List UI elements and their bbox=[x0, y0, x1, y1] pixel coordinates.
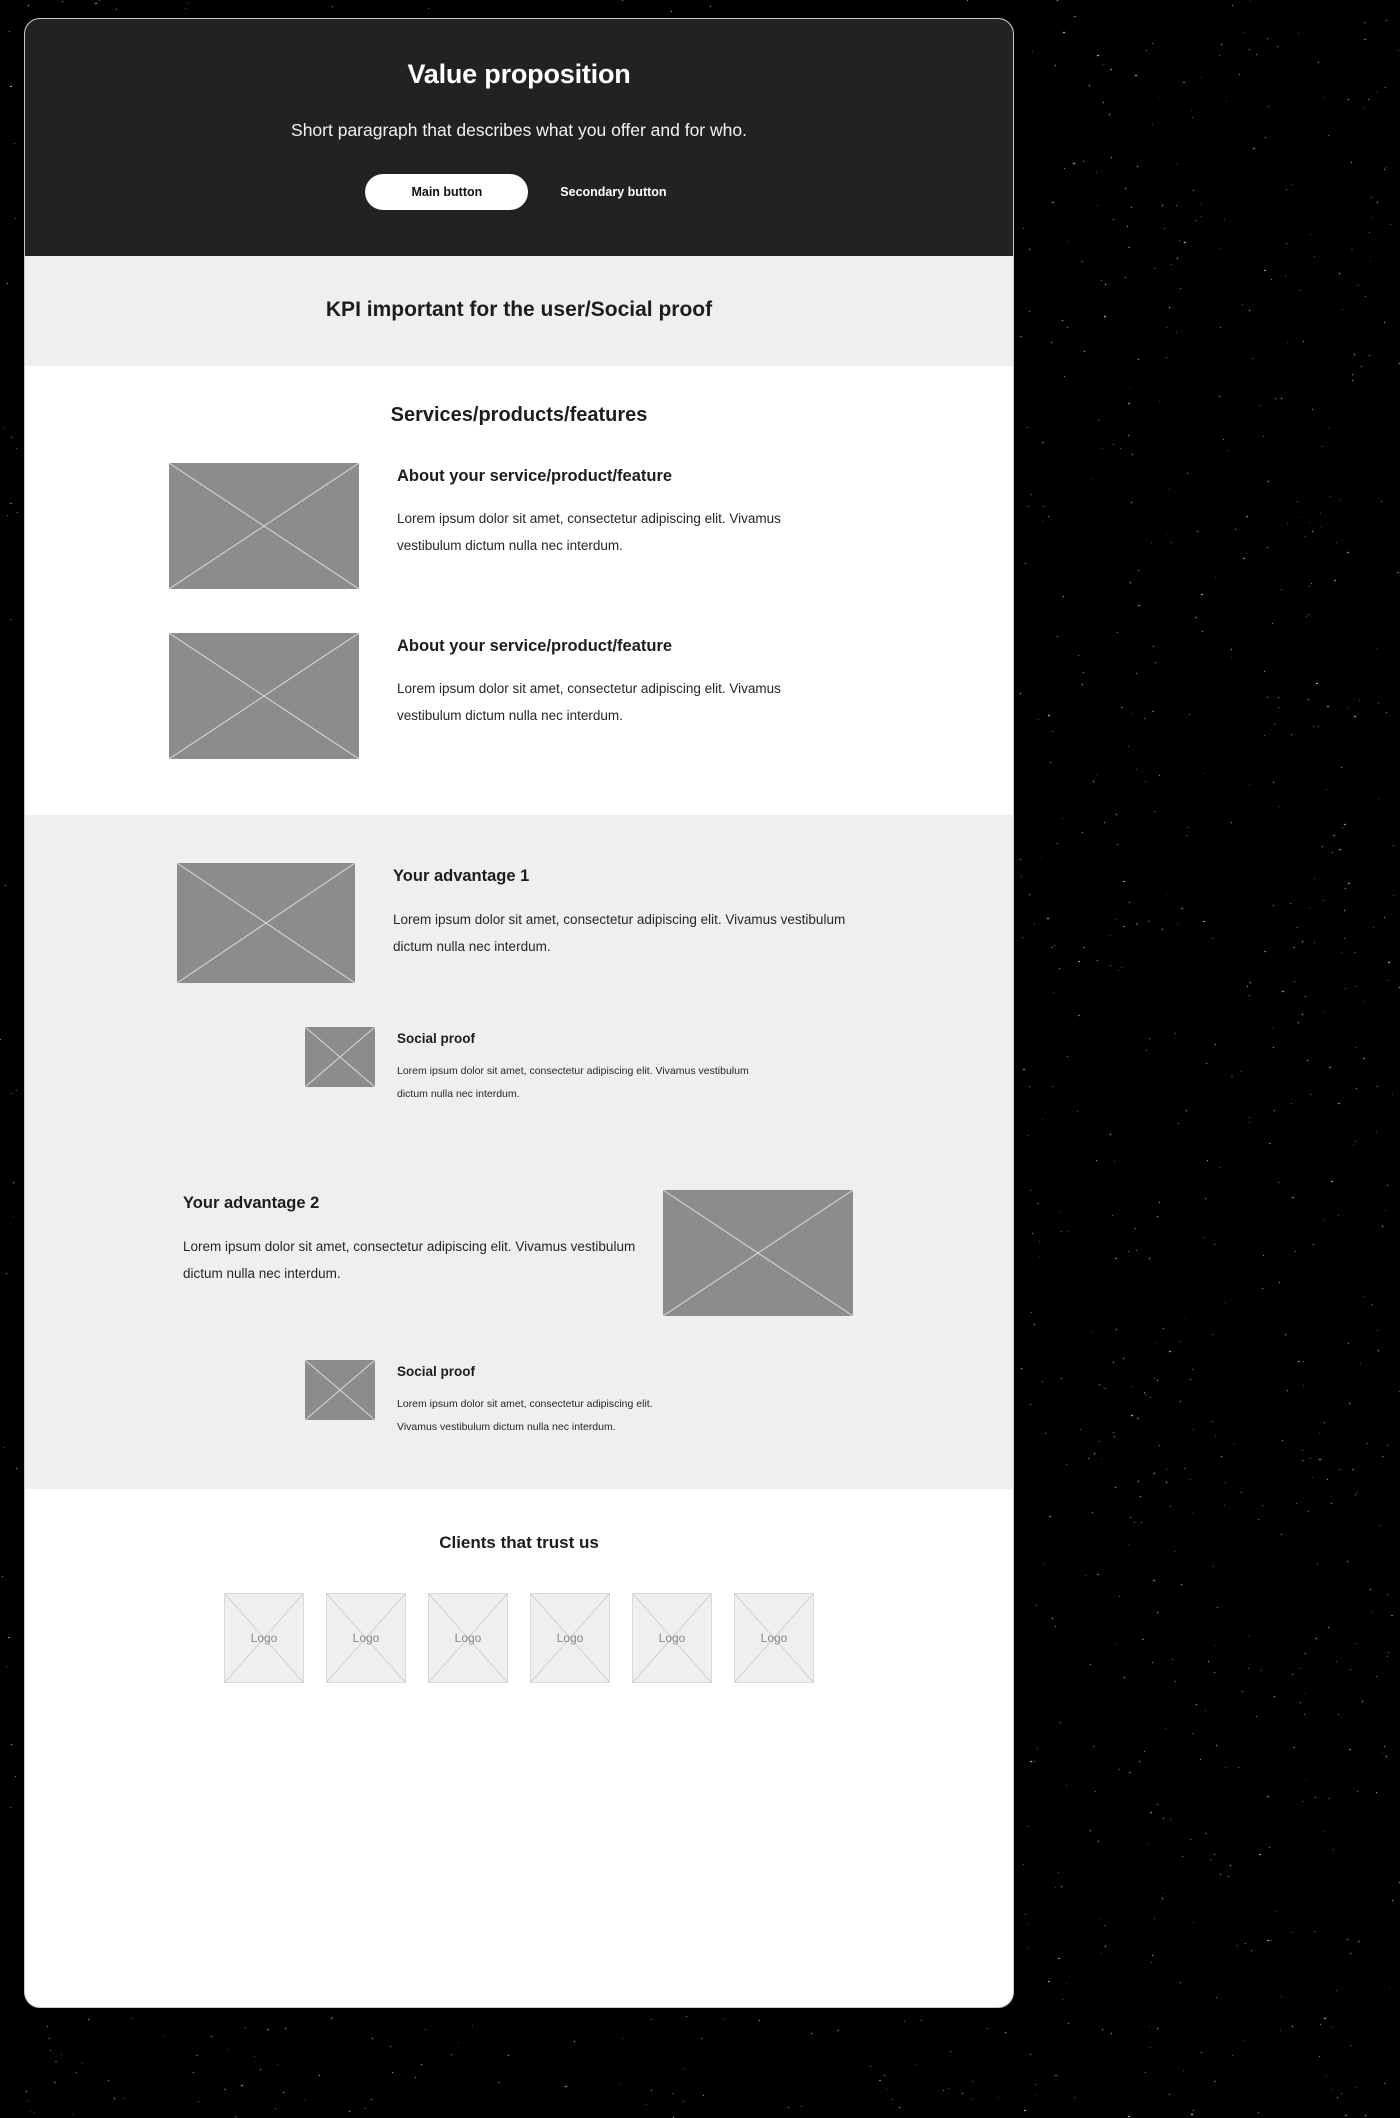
advantages-section: Your advantage 1 Lorem ipsum dolor sit a… bbox=[25, 815, 1013, 1490]
social-proof-title: Social proof bbox=[397, 1364, 476, 1380]
service-row: About your service/product/feature Lorem… bbox=[25, 463, 1013, 589]
social-proof-body: Social proof Lorem ipsum dolor sit amet,… bbox=[397, 1360, 653, 1439]
clients-section: Clients that trust us Logo Logo Logo Log… bbox=[25, 1489, 1013, 1754]
client-logo: Logo bbox=[428, 1593, 508, 1684]
main-button[interactable]: Main button bbox=[365, 174, 529, 210]
social-proof-text-line-two: Vivamus vestibulum dictum nulla nec inte… bbox=[397, 1421, 616, 1434]
page-title: Value proposition bbox=[407, 59, 631, 89]
advantage-text: Lorem ipsum dolor sit amet, consectetur … bbox=[183, 1239, 636, 1282]
image-placeholder bbox=[169, 633, 359, 759]
hero-subtitle: Short paragraph that describes what you … bbox=[291, 120, 747, 140]
service-title: About your service/product/feature bbox=[397, 467, 673, 485]
image-placeholder bbox=[177, 863, 355, 983]
social-proof-body: Social proof Lorem ipsum dolor sit amet,… bbox=[397, 1027, 757, 1106]
hero-section: Value proposition Short paragraph that d… bbox=[25, 19, 1013, 256]
kpi-text: KPI important for the user/Social proof bbox=[325, 298, 713, 321]
services-section: Services/products/features About your se… bbox=[25, 366, 1013, 815]
landing-page-card: Value proposition Short paragraph that d… bbox=[24, 18, 1014, 2008]
client-logo-label: Logo bbox=[250, 1631, 278, 1646]
image-placeholder bbox=[663, 1190, 853, 1317]
client-logo-label: Logo bbox=[352, 1631, 380, 1646]
advantage-body: Your advantage 1 Lorem ipsum dolor sit a… bbox=[393, 863, 863, 960]
service-text: Lorem ipsum dolor sit amet, consectetur … bbox=[397, 511, 781, 553]
client-logo-label: Logo bbox=[760, 1631, 788, 1646]
advantage-title: Your advantage 1 bbox=[393, 867, 530, 885]
hero-actions: Main button Secondary button bbox=[55, 174, 983, 210]
image-placeholder bbox=[169, 463, 359, 589]
client-logo-label: Logo bbox=[454, 1631, 482, 1646]
service-title: About your service/product/feature bbox=[397, 637, 673, 655]
client-logo: Logo bbox=[734, 1593, 814, 1684]
kpi-band: KPI important for the user/Social proof bbox=[25, 256, 1013, 366]
image-placeholder bbox=[305, 1027, 375, 1087]
advantage-title: Your advantage 2 bbox=[183, 1194, 320, 1213]
advantage-body: Your advantage 2 Lorem ipsum dolor sit a… bbox=[183, 1190, 653, 1287]
social-proof-row: Social proof Lorem ipsum dolor sit amet,… bbox=[25, 1360, 1013, 1439]
services-heading: Services/products/features bbox=[390, 404, 648, 426]
secondary-button[interactable]: Secondary button bbox=[554, 174, 672, 210]
service-text: Lorem ipsum dolor sit amet, consectetur … bbox=[397, 681, 781, 723]
client-logo: Logo bbox=[224, 1593, 304, 1684]
client-logo-label: Logo bbox=[556, 1631, 584, 1646]
social-proof-text-line-one: Lorem ipsum dolor sit amet, consectetur … bbox=[397, 1398, 653, 1411]
client-logo-strip: Logo Logo Logo Logo Logo Logo bbox=[25, 1593, 1013, 1684]
image-placeholder bbox=[305, 1360, 375, 1421]
client-logo: Logo bbox=[632, 1593, 712, 1684]
advantage-row-two: Your advantage 2 Lorem ipsum dolor sit a… bbox=[25, 1190, 1013, 1317]
client-logo: Logo bbox=[326, 1593, 406, 1684]
social-proof-row: Social proof Lorem ipsum dolor sit amet,… bbox=[25, 1027, 1013, 1106]
social-proof-text: Lorem ipsum dolor sit amet, consectetur … bbox=[397, 1065, 749, 1101]
client-logo-label: Logo bbox=[658, 1631, 686, 1646]
advantage-row-one: Your advantage 1 Lorem ipsum dolor sit a… bbox=[25, 863, 1013, 983]
service-body: About your service/product/feature Lorem… bbox=[397, 463, 817, 559]
social-proof-title: Social proof bbox=[397, 1031, 476, 1046]
clients-heading: Clients that trust us bbox=[439, 1533, 599, 1553]
service-row: About your service/product/feature Lorem… bbox=[25, 633, 1013, 759]
service-body: About your service/product/feature Lorem… bbox=[397, 633, 817, 729]
client-logo: Logo bbox=[530, 1593, 610, 1684]
advantage-text: Lorem ipsum dolor sit amet, consectetur … bbox=[393, 912, 846, 954]
